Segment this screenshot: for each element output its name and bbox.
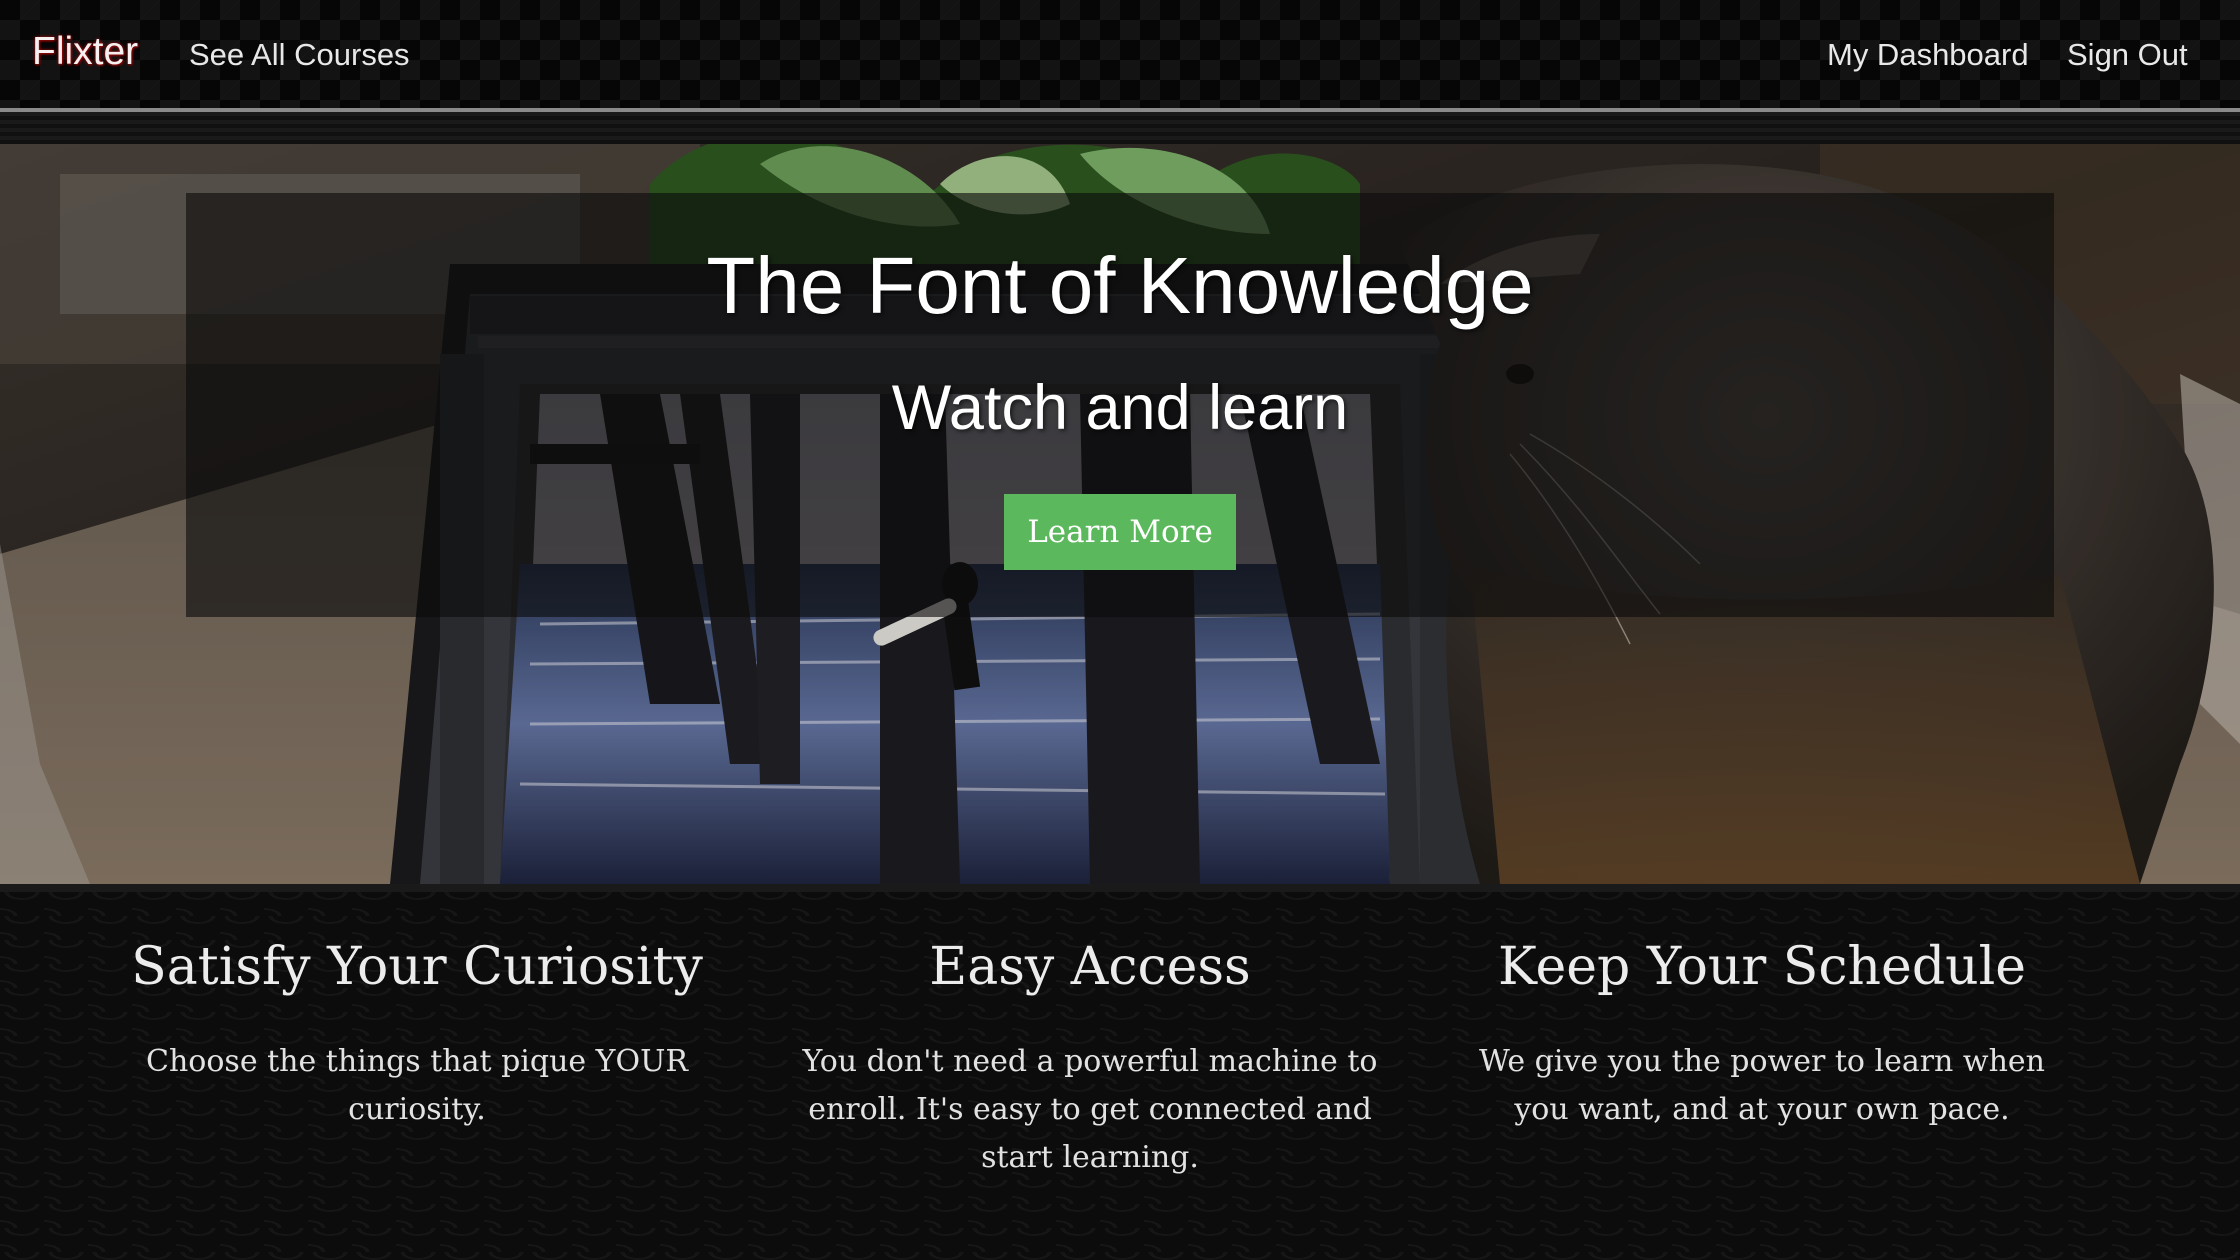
nav-sign-out[interactable]: Sign Out [2067,37,2188,73]
features-section: Satisfy Your Curiosity Choose the things… [0,884,2240,1260]
feature-heading: Keep Your Schedule [1498,937,2026,997]
feature-heading: Satisfy Your Curiosity [131,937,703,997]
feature-heading: Easy Access [929,937,1251,997]
brand-logo-link[interactable]: Flixter [32,30,138,74]
hero-subtitle: Watch and learn [891,373,1349,443]
feature-text: Choose the things that pique YOUR curios… [146,1044,688,1127]
hero-section: The Font of Knowledge Watch and learn Le… [0,144,2240,884]
learn-more-button[interactable]: Learn More [1004,494,1236,570]
feature-schedule: Keep Your Schedule We give you the power… [1452,934,2072,1134]
hero-title: The Font of Knowledge [706,241,1534,330]
feature-curiosity: Satisfy Your Curiosity Choose the things… [107,934,727,1134]
top-navbar: Flixter See All Courses My Dashboard Sig… [0,0,2240,112]
feature-text: You don't need a powerful machine to enr… [802,1044,1378,1175]
nav-my-dashboard[interactable]: My Dashboard [1827,37,2029,73]
nav-see-all-courses[interactable]: See All Courses [189,37,410,73]
feature-text: We give you the power to learn when you … [1479,1044,2045,1127]
feature-easy-access: Easy Access You don't need a powerful ma… [780,934,1400,1182]
navbar-shadow-strip [0,112,2240,144]
